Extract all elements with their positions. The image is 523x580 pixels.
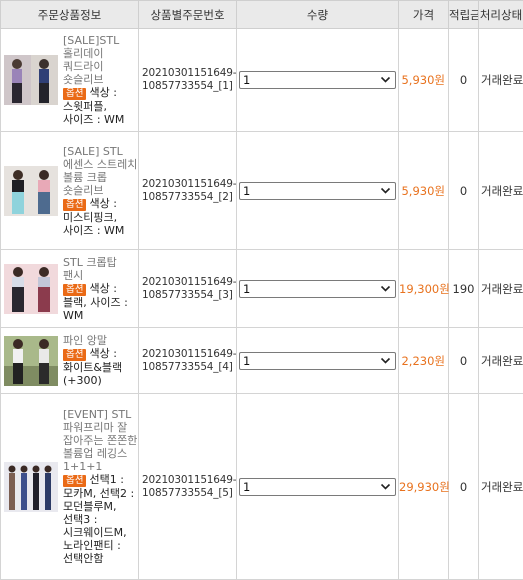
- price-cell: 19,300원: [398, 249, 450, 328]
- chevron-down-icon: [380, 76, 391, 83]
- product-info-cell: STL 크롭탑 팬시 옵션 색상 : 블랙, 사이즈 : WM: [0, 249, 139, 328]
- product-info-cell: 파인 앙말 옵션 색상 : 화이트&블랙 (+300): [0, 327, 139, 394]
- col-header-points: 적립금: [448, 0, 479, 29]
- quantity-value: 1: [243, 183, 251, 198]
- price-cell: 5,930원: [398, 28, 449, 132]
- product-info-cell: [SALE]STL 홀리데이 쿼드라이 숏슬리브 옵션 색상 : 스윗퍼플, 사이…: [0, 28, 139, 132]
- quantity-cell: 1: [236, 327, 399, 394]
- points-cell: 0: [448, 28, 479, 132]
- table-row: 파인 앙말 옵션 색상 : 화이트&블랙 (+300) 2021030115164…: [0, 327, 523, 394]
- status-cell: 거래완료: [478, 28, 523, 132]
- product-option: 선택1 : 모카M, 선택2 : 모던블루M, 선택3 : 시크웨이드M, 노라…: [63, 473, 135, 565]
- product-thumbnail[interactable]: [4, 461, 58, 512]
- order-number-line2: 10857733554_[5]: [142, 486, 233, 499]
- quantity-value: 1: [243, 281, 251, 296]
- order-number-line1: 20210301151649-: [142, 347, 236, 360]
- order-number-cell: 20210301151649- 10857733554_[5]: [138, 393, 237, 580]
- order-number-cell: 20210301151649- 10857733554_[2]: [138, 131, 237, 250]
- order-number-cell: 20210301151649- 10857733554_[4]: [138, 327, 237, 394]
- order-number-cell: 20210301151649- 10857733554_[3]: [138, 249, 237, 328]
- order-number-line1: 20210301151649-: [142, 275, 236, 288]
- option-badge: 옵션: [63, 198, 87, 211]
- quantity-select[interactable]: 1: [239, 351, 396, 370]
- col-header-info: 주문상품정보: [0, 0, 139, 29]
- col-header-quantity: 수량: [236, 0, 399, 29]
- order-number-line2: 10857733554_[3]: [142, 288, 233, 301]
- col-header-order-number: 상품별주문번호: [138, 0, 237, 29]
- quantity-select[interactable]: 1: [239, 71, 396, 89]
- price-cell: 5,930원: [398, 131, 449, 250]
- status-cell: 거래완료: [478, 327, 523, 394]
- product-thumbnail[interactable]: [4, 165, 58, 216]
- option-badge: 옵션: [63, 88, 87, 100]
- status-cell: 거래완료: [478, 393, 523, 580]
- table-row: STL 크롭탑 팬시 옵션 색상 : 블랙, 사이즈 : WM 202103011…: [0, 249, 523, 328]
- product-name[interactable]: STL 크롭탑 팬시: [63, 256, 138, 282]
- price-cell: 29,930원: [398, 393, 450, 580]
- points-cell: 0: [448, 393, 479, 580]
- table-row: [SALE]STL 홀리데이 쿼드라이 숏슬리브 옵션 색상 : 스윗퍼플, 사이…: [0, 28, 523, 132]
- product-thumbnail[interactable]: [4, 335, 58, 386]
- quantity-cell: 1: [236, 131, 399, 250]
- table-row: [SALE] STL 에센스 스트레치 볼륨 크롭 숏슬리브 옵션 색상 : 미스…: [0, 131, 523, 250]
- points-cell: 0: [448, 327, 479, 394]
- product-info-cell: [EVENT] STL 파워프리마 잘 잡아주는 쫀쫀한 볼륨업 레깅스 1+1…: [0, 393, 139, 580]
- order-number-line2: 10857733554_[2]: [142, 190, 233, 203]
- chevron-down-icon: [380, 357, 391, 364]
- chevron-down-icon: [380, 285, 391, 292]
- order-number-line1: 20210301151649-: [142, 67, 236, 79]
- points-cell: 0: [448, 131, 479, 250]
- product-thumbnail[interactable]: [4, 263, 58, 314]
- quantity-select[interactable]: 1: [239, 181, 396, 200]
- product-name[interactable]: [EVENT] STL 파워프리마 잘 잡아주는 쫀쫀한 볼륨업 레깅스 1+1…: [63, 408, 138, 473]
- option-badge: 옵션: [63, 349, 87, 361]
- status-cell: 거래완료: [478, 131, 523, 250]
- product-name[interactable]: 파인 앙말: [63, 334, 138, 347]
- quantity-cell: 1: [236, 28, 399, 132]
- status-cell: 거래완료: [478, 249, 523, 328]
- order-number-cell: 20210301151649- 10857733554_[1]: [138, 28, 237, 132]
- chevron-down-icon: [380, 483, 391, 490]
- col-header-status: 처리상태: [478, 0, 523, 29]
- price-cell: 2,230원: [398, 327, 449, 394]
- table-header-row: 주문상품정보 상품별주문번호 수량 가격 적립금 처리상태: [0, 0, 523, 29]
- chevron-down-icon: [380, 187, 391, 194]
- quantity-cell: 1: [236, 249, 399, 328]
- product-thumbnail[interactable]: [4, 55, 58, 105]
- order-number-line1: 20210301151649-: [142, 473, 236, 486]
- order-number-line2: 10857733554_[4]: [142, 360, 233, 373]
- quantity-value: 1: [243, 353, 251, 368]
- option-badge: 옵션: [63, 475, 87, 487]
- points-cell: 190: [448, 249, 479, 328]
- quantity-value: 1: [243, 479, 251, 494]
- order-items-table: 주문상품정보 상품별주문번호 수량 가격 적립금 처리상태 [SALE]STL …: [0, 0, 523, 580]
- order-number-line2: 10857733554_[1]: [142, 80, 233, 92]
- table-row: [EVENT] STL 파워프리마 잘 잡아주는 쫀쫀한 볼륨업 레깅스 1+1…: [0, 393, 523, 580]
- quantity-cell: 1: [236, 393, 399, 580]
- product-name[interactable]: [SALE] STL 에센스 스트레치 볼륨 크롭 숏슬리브: [63, 145, 138, 197]
- order-number-line1: 20210301151649-: [142, 177, 236, 190]
- quantity-select[interactable]: 1: [239, 477, 396, 496]
- product-info-cell: [SALE] STL 에센스 스트레치 볼륨 크롭 숏슬리브 옵션 색상 : 미스…: [0, 131, 139, 250]
- col-header-price: 가격: [398, 0, 449, 29]
- option-badge: 옵션: [63, 283, 87, 296]
- quantity-value: 1: [243, 73, 251, 87]
- quantity-select[interactable]: 1: [239, 279, 396, 298]
- product-name[interactable]: [SALE]STL 홀리데이 쿼드라이 숏슬리브: [63, 34, 138, 86]
